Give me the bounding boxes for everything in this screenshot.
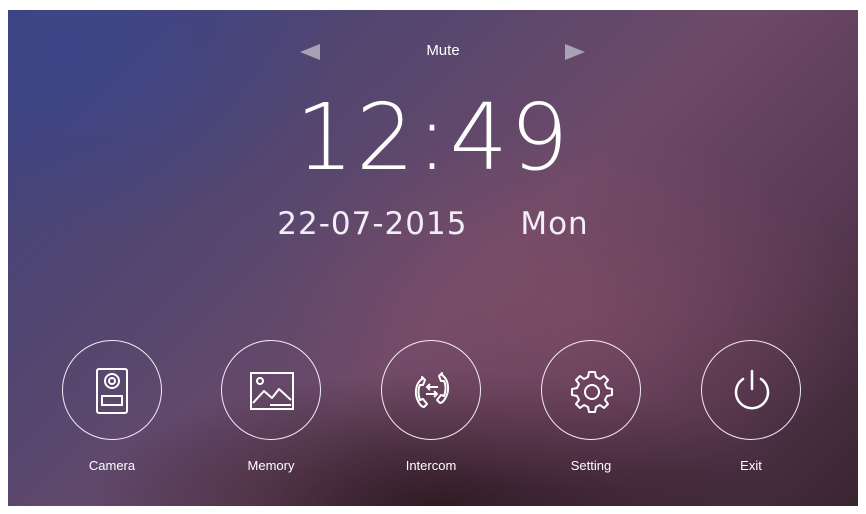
camera-button-circle[interactable] (62, 340, 162, 440)
power-icon (734, 369, 770, 410)
memory-button[interactable]: Memory (211, 340, 331, 480)
doorbell-camera-icon (96, 368, 128, 414)
mode-selector: Mute (8, 40, 858, 64)
camera-label: Camera (88, 458, 136, 473)
intercom-phones-icon (414, 372, 450, 408)
picture-icon (250, 372, 294, 410)
triangle-right-icon[interactable] (565, 44, 585, 60)
main-menu: Camera Memory Intercom Setting Exit (8, 340, 858, 490)
gear-icon (571, 371, 613, 413)
intercom-button[interactable]: Intercom (371, 340, 491, 480)
home-screen: Mute 12:49 22-07-2015 Mon Camera Memory … (8, 10, 858, 506)
setting-button-circle[interactable] (541, 340, 641, 440)
date-display: 22-07-2015 Mon (8, 204, 858, 244)
memory-label: Memory (247, 458, 295, 473)
date-text: 22-07-2015 (277, 206, 468, 242)
exit-button-circle[interactable] (701, 340, 801, 440)
setting-label: Setting (570, 458, 612, 473)
setting-button[interactable]: Setting (531, 340, 651, 480)
memory-button-circle[interactable] (221, 340, 321, 440)
intercom-label: Intercom (405, 458, 457, 473)
exit-button[interactable]: Exit (691, 340, 811, 480)
weekday-text: Mon (520, 206, 589, 242)
intercom-button-circle[interactable] (381, 340, 481, 440)
mode-label: Mute (426, 42, 460, 59)
triangle-left-icon[interactable] (300, 44, 320, 60)
exit-label: Exit (740, 458, 762, 473)
clock-time: 12:49 (295, 84, 571, 191)
camera-button[interactable]: Camera (52, 340, 172, 480)
